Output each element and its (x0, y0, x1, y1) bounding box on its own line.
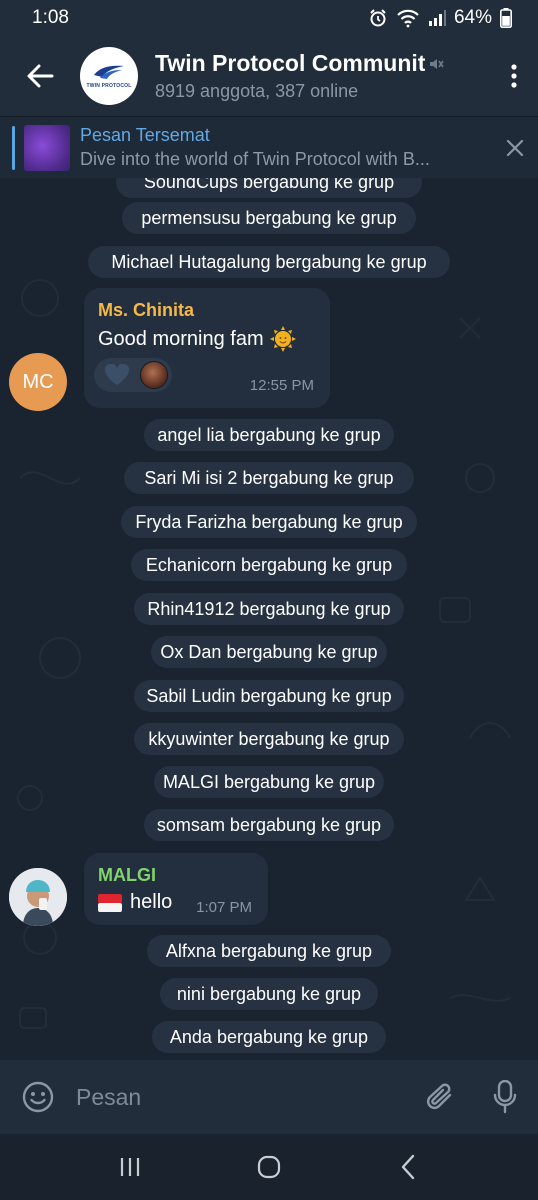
attach-button[interactable] (408, 1060, 472, 1134)
paperclip-icon (427, 1083, 452, 1109)
close-icon (506, 139, 524, 156)
heart-reaction-icon (104, 364, 130, 385)
service-message: Sari Mi isi 2 bergabung ke grup (124, 462, 414, 494)
service-message: Michael Hutagalung bergabung ke grup (88, 246, 450, 278)
status-bar: 1:08 64% (0, 0, 538, 36)
group-avatar[interactable]: TWIN PROTOCOL (80, 47, 138, 105)
logo-text: TWIN PROTOCOL (86, 83, 132, 89)
message-bubble[interactable]: Ms. Chinita Good morning fam 12:55 PM (84, 288, 330, 408)
battery-percent: 64% (453, 7, 492, 28)
reaction-user-avatar (140, 361, 168, 389)
microphone-icon (493, 1080, 517, 1114)
nav-back-icon (402, 1154, 415, 1180)
header-info[interactable]: Twin Protocol Communit 8919 anggota, 387… (155, 50, 490, 102)
pinned-preview: Dive into the world of Twin Protocol wit… (80, 149, 430, 169)
home-button[interactable] (229, 1134, 309, 1200)
more-menu-button[interactable] (490, 36, 538, 116)
muted-icon (430, 58, 445, 69)
wifi-icon (396, 8, 420, 28)
service-message: nini bergabung ke grup (160, 978, 378, 1010)
emoji-button[interactable] (0, 1060, 76, 1134)
service-message: Ox Dan bergabung ke grup (151, 636, 387, 668)
back-arrow-icon (27, 64, 54, 88)
pinned-close-button[interactable] (492, 117, 538, 179)
service-message: angel lia bergabung ke grup (144, 419, 394, 451)
avatar-initials: MC (22, 370, 54, 393)
more-vertical-icon (511, 64, 517, 88)
avatar[interactable]: MC (9, 353, 67, 411)
chat-header: TWIN PROTOCOL Twin Protocol Communit 891… (0, 36, 538, 116)
message-bubble[interactable]: MALGI hello 1:07 PM (84, 853, 268, 925)
message-input[interactable] (76, 1083, 408, 1111)
message-text: Good morning fam (98, 327, 264, 350)
service-message: Echanicorn bergabung ke grup (131, 549, 407, 581)
service-message: permensusu bergabung ke grup (122, 202, 416, 234)
twin-protocol-logo-icon (94, 65, 124, 79)
status-time: 1:08 (32, 7, 69, 28)
service-message: Alfxna bergabung ke grup (147, 935, 391, 967)
service-message: Fryda Farizha bergabung ke grup (121, 506, 417, 538)
user-avatar-icon (9, 868, 67, 926)
recent-apps-icon (120, 1158, 139, 1176)
voice-record-button[interactable] (472, 1060, 538, 1134)
status-icons: 64% (368, 7, 512, 29)
service-message-partial: SoundCups bergabung ke grup (116, 178, 422, 198)
back-button[interactable] (0, 36, 80, 116)
pinned-title: Pesan Tersemat (80, 125, 210, 145)
indonesia-flag-icon (98, 893, 122, 912)
alarm-icon (368, 8, 388, 28)
message-time: 12:55 PM (249, 377, 314, 394)
system-navigation-bar (0, 1134, 538, 1200)
avatar[interactable] (9, 868, 67, 926)
reaction-pill[interactable] (94, 358, 172, 392)
sun-with-face-icon (269, 326, 296, 352)
message-text: hello (130, 891, 173, 913)
message-input-bar (0, 1060, 538, 1134)
service-message: Sabil Ludin bergabung ke grup (134, 680, 404, 712)
chat-area[interactable]: SoundCups bergabung ke grup permensusu b… (0, 178, 538, 1060)
pinned-indicator (12, 125, 15, 170)
group-title: Twin Protocol Communit (155, 50, 426, 76)
home-icon (257, 1155, 281, 1179)
service-message: MALGI bergabung ke grup (154, 766, 384, 798)
member-count: 8919 anggota, 387 online (155, 81, 359, 101)
recent-apps-button[interactable] (90, 1134, 170, 1200)
battery-icon (500, 8, 512, 28)
sender-name[interactable]: MALGI (98, 865, 156, 886)
message-time: 1:07 PM (196, 899, 252, 916)
service-message: Rhin41912 bergabung ke grup (134, 593, 404, 625)
sender-name[interactable]: Ms. Chinita (98, 300, 194, 321)
signal-icon (428, 9, 446, 27)
service-message: kkyuwinter bergabung ke grup (134, 723, 404, 755)
emoji-smile-icon (22, 1081, 54, 1113)
pinned-message-bar[interactable]: Pesan Tersemat Dive into the world of Tw… (0, 116, 538, 178)
service-message: somsam bergabung ke grup (144, 809, 394, 841)
service-message: Anda bergabung ke grup (152, 1021, 386, 1053)
nav-back-button[interactable] (368, 1134, 448, 1200)
pinned-thumbnail (24, 124, 70, 171)
